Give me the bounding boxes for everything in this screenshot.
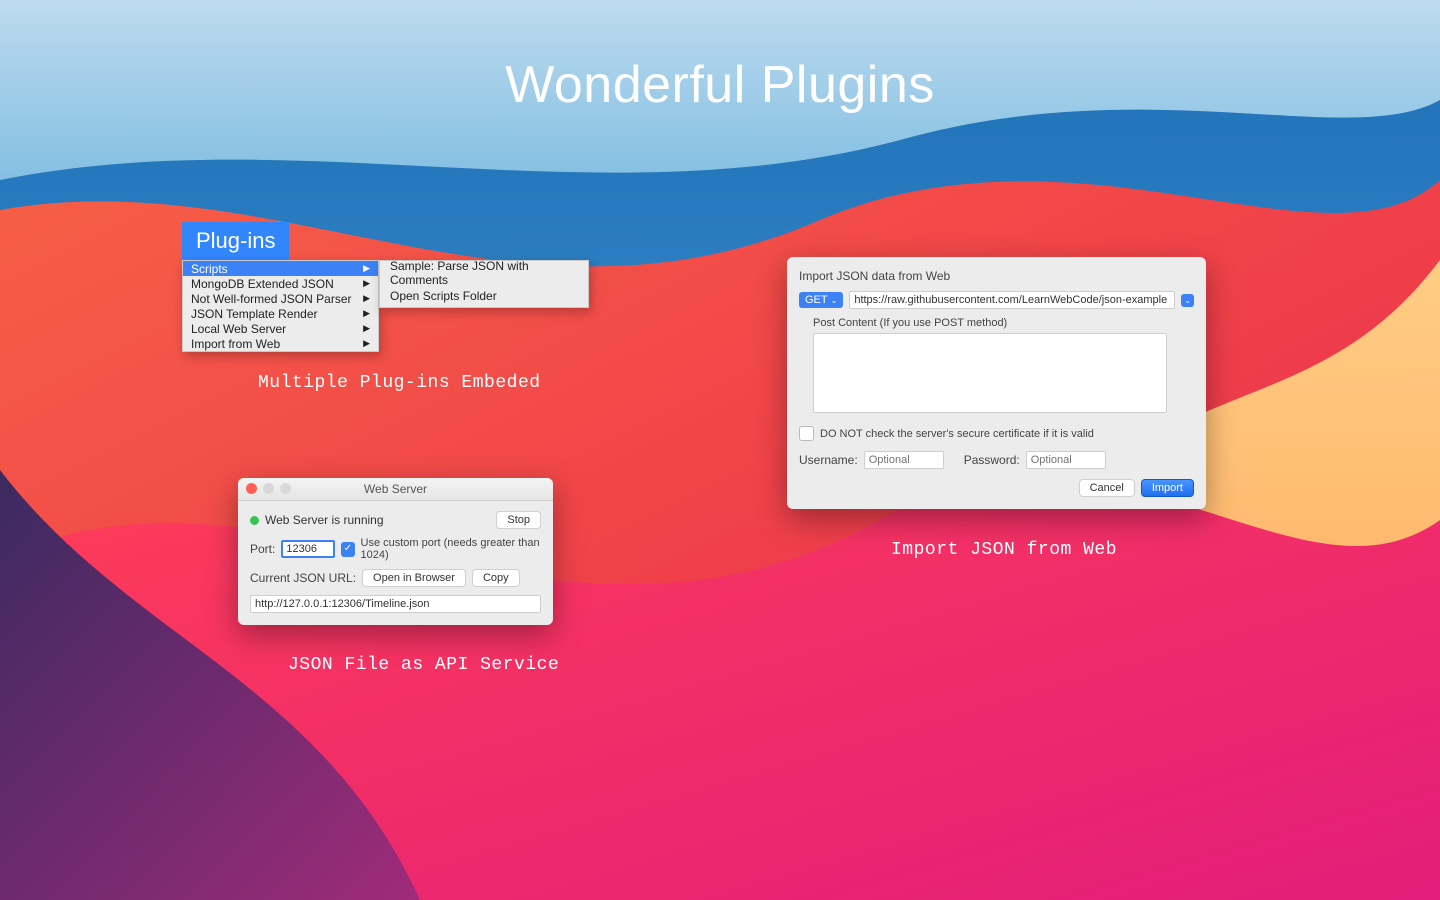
password-input[interactable] [1026, 451, 1106, 469]
post-content-label: Post Content (If you use POST method) [813, 317, 1194, 329]
menu-item-label: Local Web Server [191, 322, 286, 336]
open-in-browser-button[interactable]: Open in Browser [362, 569, 466, 587]
menu-item-localwebserver[interactable]: Local Web Server ▶ [183, 321, 378, 336]
menu-list: Scripts ▶ MongoDB Extended JSON ▶ Not We… [182, 260, 379, 352]
url-label: Current JSON URL: [250, 571, 356, 585]
method-value: GET [805, 294, 828, 306]
chevron-right-icon: ▶ [363, 323, 370, 334]
menu-item-importfromweb[interactable]: Import from Web ▶ [183, 336, 378, 351]
dialog-header: Import JSON data from Web [799, 269, 1194, 283]
chevron-right-icon: ▶ [363, 278, 370, 289]
menu-title[interactable]: Plug-ins [182, 222, 289, 260]
caption-plugins: Multiple Plug-ins Embeded [258, 373, 541, 393]
submenu: Sample: Parse JSON with Comments Open Sc… [379, 260, 589, 308]
chevron-down-icon: ⌄ [1184, 296, 1191, 305]
method-select[interactable]: GET ⌄ [799, 292, 843, 308]
importweb-dialog: Import JSON data from Web GET ⌄ ⌄ Post C… [787, 257, 1206, 509]
import-button[interactable]: Import [1141, 479, 1194, 497]
plugins-menu: Plug-ins Scripts ▶ MongoDB Extended JSON… [182, 222, 589, 352]
copy-button[interactable]: Copy [472, 569, 520, 587]
menu-item-label: JSON Template Render [191, 307, 318, 321]
page-title: Wonderful Plugins [0, 55, 1440, 115]
url-input[interactable] [250, 595, 541, 613]
menu-item-label: Not Well-formed JSON Parser [191, 292, 351, 306]
skip-cert-label: DO NOT check the server's secure certifi… [820, 428, 1094, 440]
menu-item-label: Scripts [191, 262, 228, 276]
custom-port-checkbox[interactable] [341, 542, 354, 557]
port-input[interactable] [281, 540, 335, 558]
username-label: Username: [799, 453, 858, 467]
caption-webserver: JSON File as API Service [288, 655, 559, 675]
menu-item-label: MongoDB Extended JSON [191, 277, 334, 291]
menu-item-notwellformed[interactable]: Not Well-formed JSON Parser ▶ [183, 291, 378, 306]
submenu-item-sample[interactable]: Sample: Parse JSON with Comments [380, 261, 588, 284]
close-icon[interactable] [246, 483, 257, 494]
menu-item-label: Import from Web [191, 337, 280, 351]
username-input[interactable] [864, 451, 944, 469]
chevron-right-icon: ▶ [363, 263, 370, 274]
custom-port-label: Use custom port (needs greater than 1024… [361, 537, 542, 561]
status-text: Web Server is running [265, 513, 490, 527]
zoom-icon[interactable] [280, 483, 291, 494]
chevron-updown-icon: ⌄ [831, 296, 838, 305]
cancel-button[interactable]: Cancel [1079, 479, 1135, 497]
skip-cert-checkbox[interactable] [799, 426, 814, 441]
chevron-right-icon: ▶ [363, 338, 370, 349]
submenu-item-openfolder[interactable]: Open Scripts Folder [380, 284, 588, 307]
url-dropdown[interactable]: ⌄ [1181, 294, 1194, 307]
stop-button[interactable]: Stop [496, 511, 541, 529]
webserver-window: Web Server Web Server is running Stop Po… [238, 478, 553, 625]
password-label: Password: [964, 453, 1020, 467]
menu-item-templaterender[interactable]: JSON Template Render ▶ [183, 306, 378, 321]
menu-item-scripts[interactable]: Scripts ▶ [183, 261, 378, 276]
wallpaper [0, 0, 1440, 900]
status-dot-icon [250, 516, 259, 525]
minimize-icon[interactable] [263, 483, 274, 494]
post-content-textarea[interactable] [813, 333, 1167, 413]
chevron-right-icon: ▶ [363, 308, 370, 319]
caption-importweb: Import JSON from Web [891, 540, 1117, 560]
chevron-right-icon: ▶ [363, 293, 370, 304]
url-input[interactable] [849, 291, 1175, 309]
menu-item-mongodb[interactable]: MongoDB Extended JSON ▶ [183, 276, 378, 291]
titlebar: Web Server [238, 478, 553, 501]
port-label: Port: [250, 542, 275, 556]
